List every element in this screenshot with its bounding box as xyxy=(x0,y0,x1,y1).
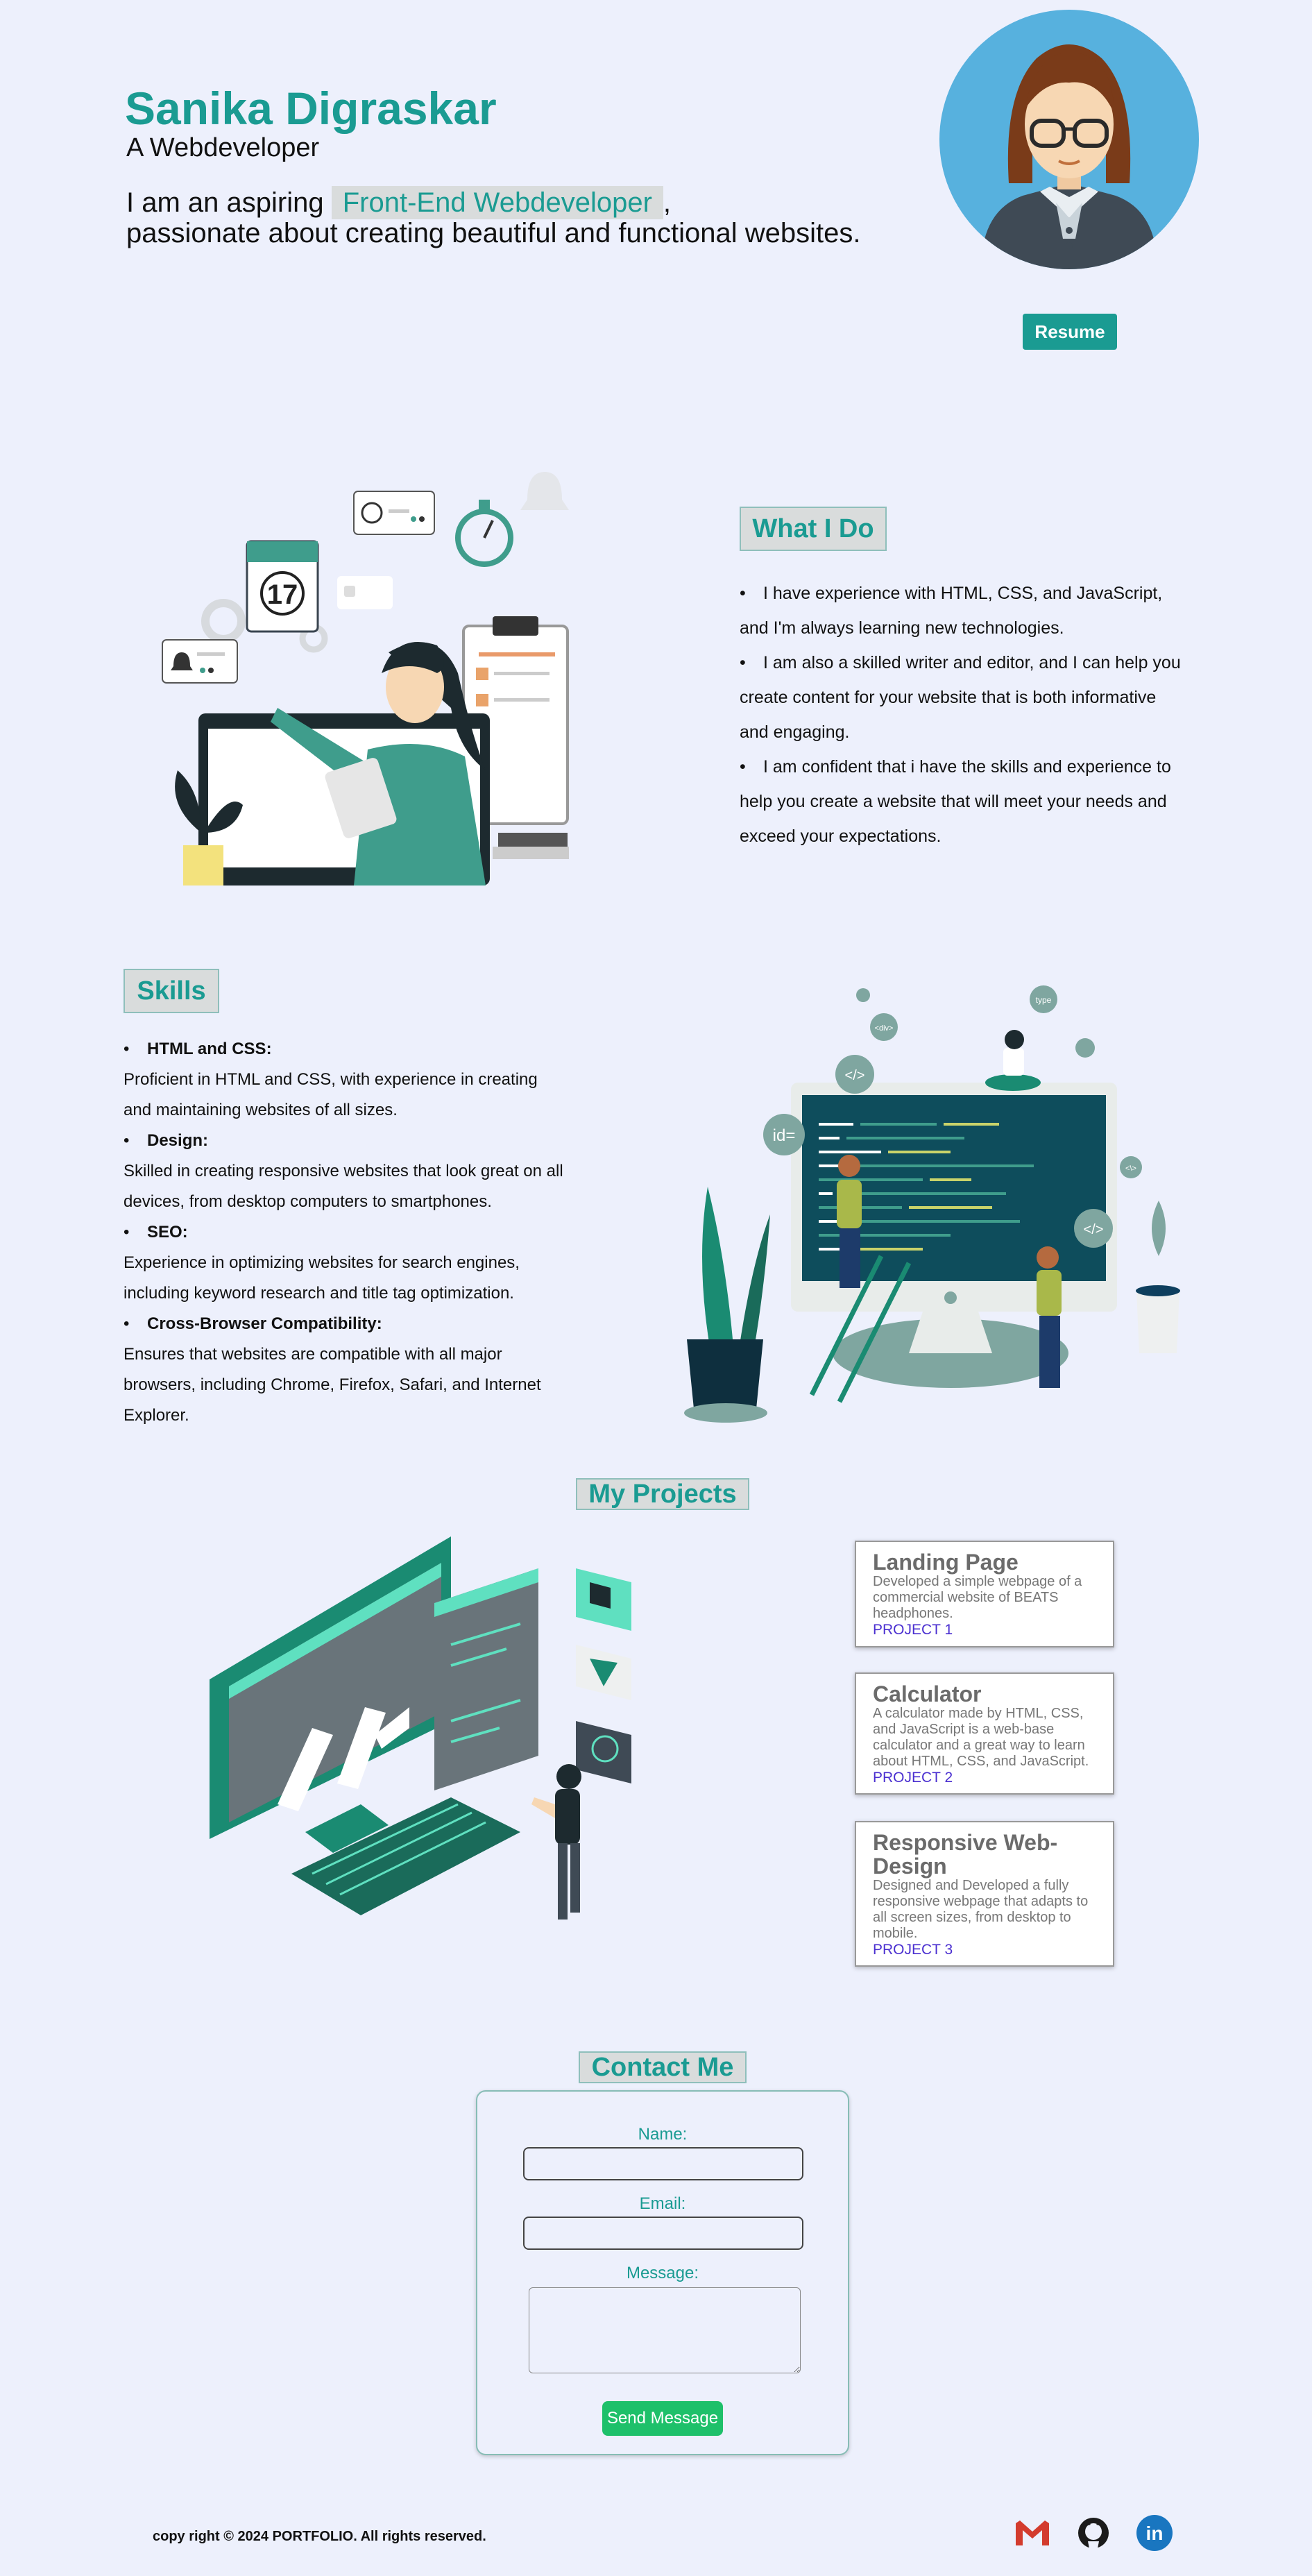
skill-desc: Skilled in creating responsive websites … xyxy=(123,1162,563,1211)
project-desc: Designed and Developed a fully responsiv… xyxy=(873,1878,1089,1941)
skill-title: Design: xyxy=(123,1126,568,1156)
coding-team-illustration: id= </> </> type <div> <\> xyxy=(684,985,1180,1423)
project-desc: Developed a simple webpage of a commerci… xyxy=(873,1574,1082,1621)
tag-id-label: id= xyxy=(773,1126,796,1145)
skill-item: Design: Skilled in creating responsive w… xyxy=(123,1126,568,1217)
github-icon[interactable] xyxy=(1074,2514,1113,2552)
name-label: Name: xyxy=(638,2125,688,2144)
hero-role: A Webdeveloper xyxy=(126,133,320,162)
hero-name: Sanika Digraskar xyxy=(125,83,497,134)
developer-workspace-illustration xyxy=(210,1536,631,1920)
list-item: I am also a skilled writer and editor, a… xyxy=(740,645,1184,749)
productivity-illustration: 17 xyxy=(162,472,569,886)
linkedin-label: in xyxy=(1146,2523,1164,2544)
project-title: Landing Page xyxy=(873,1550,1019,1575)
project-card[interactable]: Responsive Web-Design Designed and Devel… xyxy=(855,1821,1114,1967)
skills-list: HTML and CSS: Proficient in HTML and CSS… xyxy=(123,1034,568,1431)
skill-title: HTML and CSS: xyxy=(123,1034,568,1065)
tag-close-label: <\> xyxy=(1125,1164,1136,1173)
skill-item: Cross-Browser Compatibility: Ensures tha… xyxy=(123,1309,568,1431)
project-link[interactable]: PROJECT 1 xyxy=(873,1622,1096,1638)
intro-suffix: , xyxy=(663,187,672,218)
projects-heading: My Projects xyxy=(576,1478,749,1510)
skills-heading: Skills xyxy=(123,969,219,1013)
message-textarea[interactable] xyxy=(529,2287,801,2373)
project-title: Responsive Web-Design xyxy=(873,1830,1058,1879)
what-i-do-heading: What I Do xyxy=(740,507,887,551)
tag-code-label: </> xyxy=(1084,1222,1104,1237)
message-label: Message: xyxy=(626,2264,699,2282)
project-desc: A calculator made by HTML, CSS, and Java… xyxy=(873,1706,1089,1769)
project-card[interactable]: Landing Page Developed a simple webpage … xyxy=(855,1541,1114,1647)
skill-title: SEO: xyxy=(123,1217,568,1248)
contact-form: Name: Email: Message: Send Message xyxy=(476,2090,849,2455)
name-input[interactable] xyxy=(523,2147,803,2180)
tag-type-label: type xyxy=(1036,995,1052,1005)
skill-title: Cross-Browser Compatibility: xyxy=(123,1309,568,1339)
what-i-do-list: I have experience with HTML, CSS, and Ja… xyxy=(740,576,1184,854)
skill-item: SEO: Experience in optimizing websites f… xyxy=(123,1217,568,1309)
tag-code-label: </> xyxy=(845,1068,865,1083)
profile-avatar xyxy=(939,10,1199,269)
skill-item: HTML and CSS: Proficient in HTML and CSS… xyxy=(123,1034,568,1126)
gmail-icon[interactable] xyxy=(1013,2514,1052,2552)
intro-highlight: Front-End Webdeveloper xyxy=(331,186,663,219)
email-label: Email: xyxy=(639,2194,686,2213)
contact-heading: Contact Me xyxy=(579,2051,747,2083)
linkedin-icon[interactable]: in xyxy=(1135,2514,1174,2552)
intro-prefix: I am an aspiring xyxy=(126,187,324,218)
copyright-text: copy right © 2024 PORTFOLIO. All rights … xyxy=(153,2529,486,2544)
project-title: Calculator xyxy=(873,1681,982,1706)
project-card[interactable]: Calculator A calculator made by HTML, CS… xyxy=(855,1672,1114,1795)
project-link[interactable]: PROJECT 3 xyxy=(873,1942,1096,1958)
hero-intro-line2: passionate about creating beautiful and … xyxy=(126,218,861,248)
send-message-button[interactable]: Send Message xyxy=(602,2401,723,2436)
hero-intro: I am an aspiring Front-End Webdeveloper, xyxy=(126,186,672,219)
email-input[interactable] xyxy=(523,2217,803,2250)
calendar-day-label: 17 xyxy=(267,579,298,610)
skill-desc: Ensures that websites are compatible wit… xyxy=(123,1345,541,1425)
resume-button[interactable]: Resume xyxy=(1023,314,1117,350)
skill-desc: Proficient in HTML and CSS, with experie… xyxy=(123,1070,538,1119)
list-item: I have experience with HTML, CSS, and Ja… xyxy=(740,576,1184,645)
skill-desc: Experience in optimizing websites for se… xyxy=(123,1253,520,1303)
tag-div-label: <div> xyxy=(875,1024,894,1033)
list-item: I am confident that i have the skills an… xyxy=(740,749,1184,854)
project-link[interactable]: PROJECT 2 xyxy=(873,1770,1096,1786)
